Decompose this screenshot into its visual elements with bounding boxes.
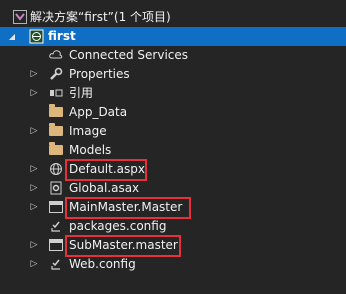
tree-item-label: Properties xyxy=(69,67,130,81)
visual-studio-solution-icon xyxy=(12,9,28,25)
gear-page-icon xyxy=(48,180,64,196)
tree-item-packages-config[interactable]: packages.config xyxy=(0,217,346,236)
config-file-icon xyxy=(48,256,64,272)
cloud-icon xyxy=(48,47,64,63)
tree-item-label: 引用 xyxy=(69,86,94,100)
tree-item-models[interactable]: Models xyxy=(0,141,346,160)
master-page-icon xyxy=(48,199,64,215)
collapse-arrow-icon[interactable] xyxy=(6,27,18,46)
tree-item-label: Connected Services xyxy=(69,48,189,62)
config-file-icon xyxy=(48,218,64,234)
folder-icon xyxy=(48,142,64,158)
expand-arrow-icon[interactable] xyxy=(28,236,40,255)
expand-arrow-icon[interactable] xyxy=(28,84,40,103)
wrench-icon xyxy=(48,66,64,82)
tree-item-connected-services[interactable]: Connected Services xyxy=(0,46,346,65)
highlight-box xyxy=(65,235,181,257)
tree-item-label: Image xyxy=(69,124,107,138)
references-icon xyxy=(48,85,64,101)
tree-item-default-aspx[interactable]: Default.aspx xyxy=(0,160,346,179)
solution-node[interactable]: 解决方案“first”(1 个项目) xyxy=(0,8,346,27)
tree-item-references[interactable]: 引用 xyxy=(0,84,346,103)
tree-item-label: packages.config xyxy=(69,219,167,233)
tree-item-image[interactable]: Image xyxy=(0,122,346,141)
folder-icon xyxy=(48,123,64,139)
tree-item-label: App_Data xyxy=(69,105,128,119)
tree-item-label: Web.config xyxy=(69,257,136,271)
globe-page-icon xyxy=(48,161,64,177)
project-node-first[interactable]: first xyxy=(0,27,346,46)
highlight-box xyxy=(65,197,191,219)
expand-arrow-icon[interactable] xyxy=(28,65,40,84)
web-project-icon xyxy=(28,28,44,44)
tree-item-web-config[interactable]: Web.config xyxy=(0,255,346,274)
master-page-icon xyxy=(48,237,64,253)
expand-arrow-icon[interactable] xyxy=(28,160,40,179)
expand-arrow-icon[interactable] xyxy=(28,255,40,274)
expand-arrow-icon[interactable] xyxy=(28,122,40,141)
project-label: first xyxy=(48,29,76,43)
solution-label: 解决方案“first”(1 个项目) xyxy=(30,10,171,24)
tree-item-label: Models xyxy=(69,143,112,157)
expand-arrow-icon[interactable] xyxy=(28,179,40,198)
tree-item-global-asax[interactable]: Global.asax xyxy=(0,179,346,198)
tree-item-label: Global.asax xyxy=(69,181,140,195)
folder-icon xyxy=(48,104,64,120)
tree-item-app-data[interactable]: App_Data xyxy=(0,103,346,122)
tree-item-properties[interactable]: Properties xyxy=(0,65,346,84)
expand-arrow-icon[interactable] xyxy=(28,198,40,217)
highlight-box xyxy=(65,159,147,181)
